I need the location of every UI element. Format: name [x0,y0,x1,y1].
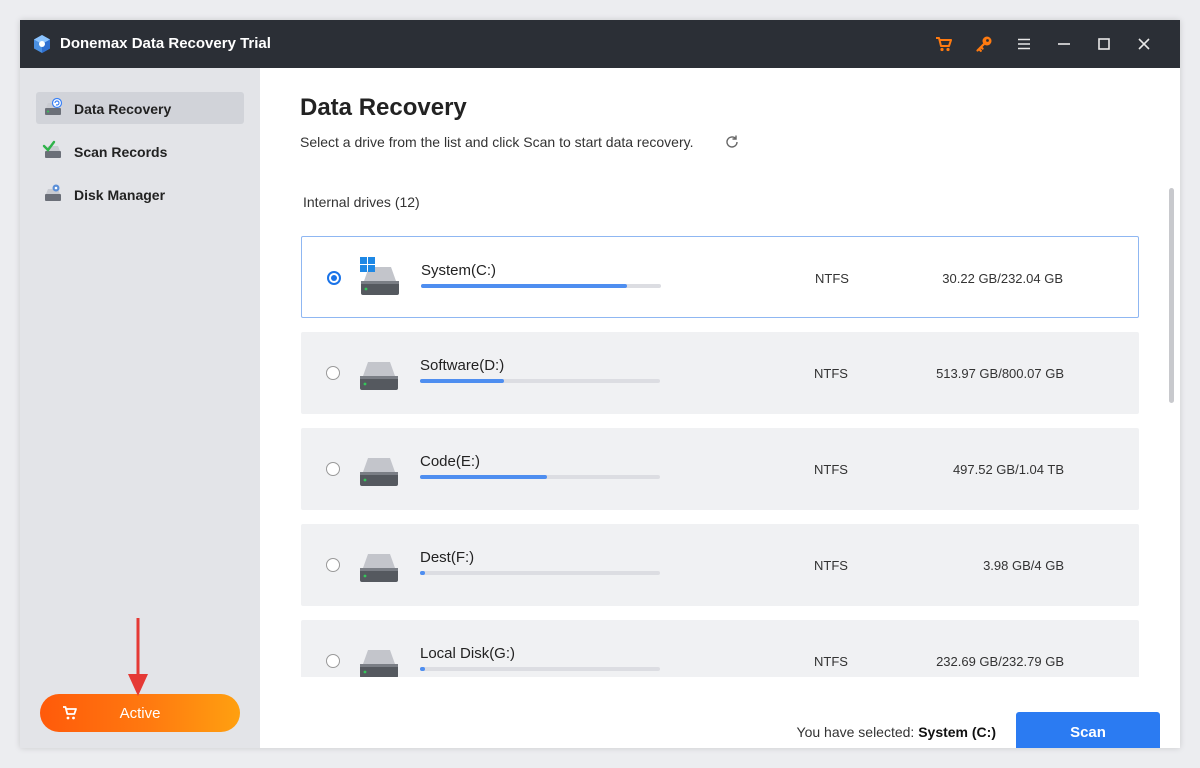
hard-drive-icon [360,554,398,582]
buy-cart-button[interactable] [932,32,956,56]
drive-row[interactable]: Dest(F:) NTFS 3.98 GB/4 GB [301,524,1139,606]
close-button[interactable] [1132,32,1156,56]
drive-radio-button[interactable] [326,654,340,668]
usage-bar-fill [420,571,425,575]
usage-bar-fill [420,379,504,383]
sidebar-item-label: Scan Records [74,144,168,160]
red-arrow-annotation [128,618,148,696]
capacity-label: 497.52 GB/1.04 TB [952,462,1064,477]
maximize-button[interactable] [1092,32,1116,56]
title-bar: Donemax Data Recovery Trial [20,20,1180,68]
capacity-label: 232.69 GB/232.79 GB [936,654,1064,669]
page-title: Data Recovery [300,94,467,121]
app-window: Donemax Data Recovery Trial Data Recover… [20,20,1180,748]
drive-row[interactable]: Code(E:) NTFS 497.52 GB/1.04 TB [301,428,1139,510]
file-system-label: NTFS [814,558,848,573]
sidebar-item-label: Data Recovery [74,101,172,117]
usage-bar [421,284,661,288]
drive-name: Software(D:) [420,357,505,374]
file-system-label: NTFS [814,462,848,477]
scan-button-label: Scan [1070,724,1106,741]
windows-logo-icon [360,257,375,272]
usage-bar-fill [420,667,425,671]
key-icon [976,36,992,52]
file-system-label: NTFS [814,654,848,669]
drive-row[interactable]: Local Disk(G:) NTFS 232.69 GB/232.79 GB [301,620,1139,677]
selection-value: System (C:) [918,724,996,740]
disk-manager-icon [45,184,61,201]
drive-row[interactable]: Software(D:) NTFS 513.97 GB/800.07 GB [301,332,1139,414]
scan-records-icon [42,140,61,158]
main-panel: Data Recovery Select a drive from the li… [260,68,1180,748]
scrollbar-thumb[interactable] [1169,188,1174,403]
active-license-button[interactable]: Active [40,694,240,732]
capacity-label: 30.22 GB/232.04 GB [942,271,1063,286]
drive-radio-button[interactable] [326,366,340,380]
usage-bar [420,667,660,671]
page-subtitle: Select a drive from the list and click S… [300,134,694,150]
hard-drive-icon [360,458,398,486]
file-system-label: NTFS [814,366,848,381]
usage-bar [420,571,660,575]
hard-drive-icon [360,362,398,390]
drive-name: Local Disk(G:) [420,645,516,662]
app-logo-icon [34,35,50,53]
usage-bar-fill [421,284,628,288]
sidebar: Data Recovery Scan Records Disk Manager [20,68,260,748]
sidebar-item-disk-manager[interactable]: Disk Manager [36,178,244,210]
app-title: Donemax Data Recovery Trial [60,35,271,52]
selection-summary: You have selected: System (C:) [797,724,996,740]
close-icon [1138,38,1150,50]
minimize-button[interactable] [1052,32,1076,56]
drive-radio-button[interactable] [327,271,341,285]
cart-icon [936,37,952,52]
refresh-icon[interactable] [724,134,740,150]
scan-button[interactable]: Scan [1016,712,1160,748]
capacity-label: 513.97 GB/800.07 GB [936,366,1064,381]
menu-button[interactable] [1012,32,1036,56]
active-button-label: Active [119,705,161,722]
sidebar-item-scan-records[interactable]: Scan Records [36,135,244,167]
usage-bar-fill [420,475,548,479]
usage-bar [420,475,660,479]
menu-icon [1018,38,1030,50]
drive-name: System(C:) [421,262,496,279]
sidebar-item-label: Disk Manager [74,187,166,203]
drive-radio-button[interactable] [326,558,340,572]
drive-name: Dest(F:) [420,549,475,566]
selection-prefix: You have selected: [796,724,915,740]
drive-row[interactable]: System(C:) NTFS 30.22 GB/232.04 GB [301,236,1139,318]
capacity-label: 3.98 GB/4 GB [983,558,1064,573]
drive-radio-button[interactable] [326,462,340,476]
drive-list: System(C:) NTFS 30.22 GB/232.04 GB Software… [260,223,1180,677]
file-system-label: NTFS [815,271,849,286]
drives-section-label: Internal drives (12) [303,194,420,210]
hard-drive-icon [360,257,399,295]
license-key-button[interactable] [972,32,996,56]
sidebar-item-data-recovery[interactable]: Data Recovery [36,92,244,124]
drive-recovery-icon [45,97,63,115]
usage-bar [420,379,660,383]
maximize-icon [1098,38,1110,50]
drive-name: Code(E:) [420,453,481,470]
minimize-icon [1058,43,1070,45]
hard-drive-icon [360,650,398,677]
